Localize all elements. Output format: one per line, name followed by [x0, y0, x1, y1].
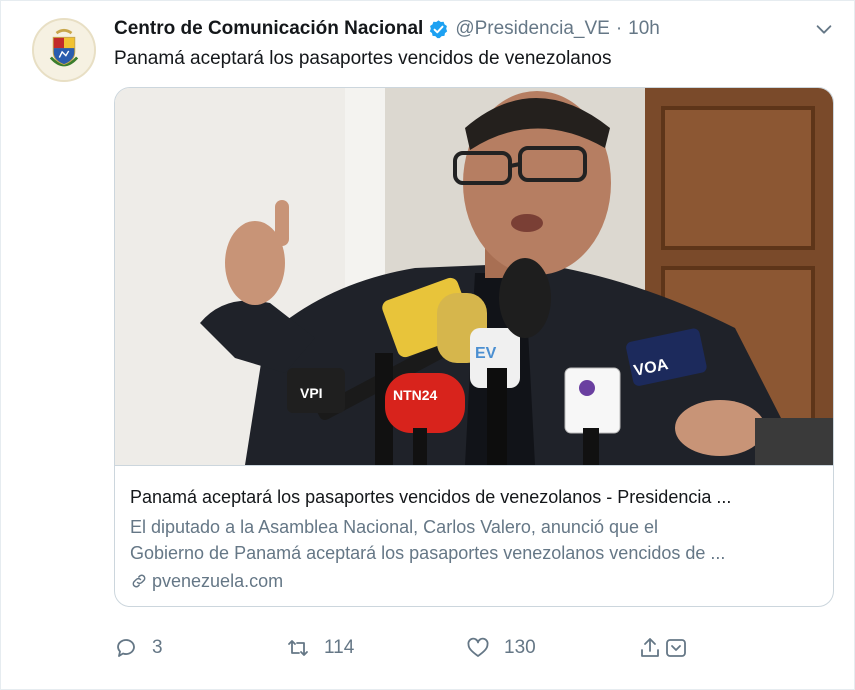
- mic-label-ntn24: NTN24: [393, 387, 438, 403]
- link-card[interactable]: VPI EV NTN24 VOA Panamá aceptará los pas…: [114, 87, 834, 607]
- retweet-count: 114: [324, 637, 355, 658]
- share-button[interactable]: [638, 633, 688, 663]
- avatar[interactable]: [32, 18, 96, 82]
- retweet-button[interactable]: 114: [286, 633, 354, 663]
- card-domain-text: pvenezuela.com: [152, 571, 284, 591]
- card-description-line-1: El diputado a la Asamblea Nacional, Carl…: [130, 517, 658, 537]
- retweet-icon: [286, 636, 310, 660]
- separator-dot: ·: [615, 18, 623, 39]
- card-title[interactable]: Panamá aceptará los pasaportes vencidos …: [130, 485, 818, 509]
- author-name[interactable]: Centro de Comunicación Nacional: [114, 18, 423, 40]
- reply-count: 3: [152, 637, 163, 658]
- coat-of-arms-icon: [34, 20, 94, 80]
- heart-icon: [466, 636, 490, 660]
- reply-button[interactable]: 3: [114, 633, 163, 663]
- card-description-line-2: Gobierno de Panamá aceptará los pasaport…: [130, 543, 726, 563]
- like-count: 130: [504, 637, 536, 658]
- tweet-actions: 3 114 130: [114, 633, 714, 663]
- link-icon: [130, 572, 148, 590]
- mic-label-ev: EV: [475, 345, 497, 362]
- card-body[interactable]: Panamá aceptará los pasaportes vencidos …: [115, 465, 833, 606]
- like-button[interactable]: 130: [466, 633, 536, 663]
- tweet[interactable]: Centro de Comunicación Nacional @Preside…: [0, 0, 855, 690]
- tweet-header: Centro de Comunicación Nacional @Preside…: [114, 15, 660, 43]
- mic-label-vpi: VPI: [300, 385, 323, 401]
- save-chevron-icon: [664, 636, 688, 660]
- verified-badge-icon: [428, 19, 449, 40]
- card-image[interactable]: VPI EV NTN24 VOA: [115, 88, 833, 465]
- share-icon: [638, 636, 662, 660]
- chevron-down-icon[interactable]: [813, 18, 835, 40]
- reply-icon: [114, 636, 138, 660]
- tweet-text: Panamá aceptará los pasaportes vencidos …: [114, 48, 612, 69]
- card-domain[interactable]: pvenezuela.com: [130, 569, 818, 593]
- tweet-timestamp[interactable]: 10h: [628, 18, 660, 40]
- author-handle[interactable]: @Presidencia_VE: [455, 18, 609, 40]
